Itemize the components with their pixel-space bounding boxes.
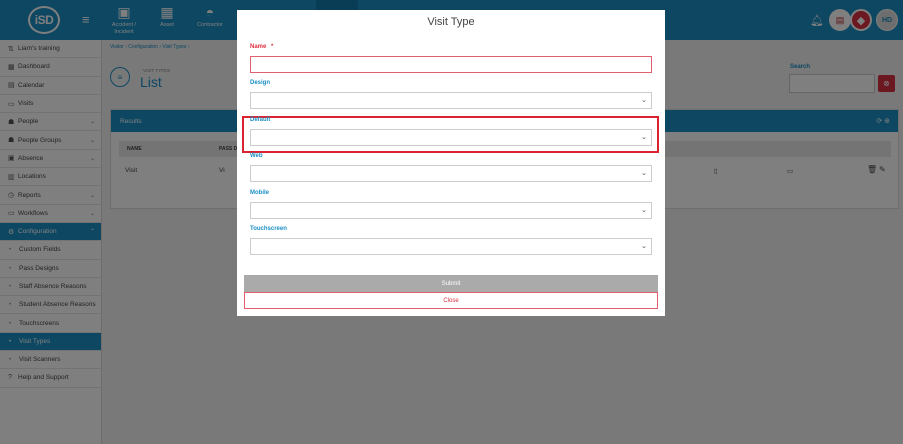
chevron-down-icon: ⌄ <box>641 170 647 177</box>
name-label-text: Name <box>250 44 267 50</box>
chevron-down-icon: ⌄ <box>641 243 647 250</box>
touchscreen-select[interactable]: ⌄ <box>250 238 652 255</box>
web-label: Web <box>250 153 263 159</box>
name-label: Name * <box>250 44 273 50</box>
modal-title: Visit Type <box>427 16 475 28</box>
visit-type-modal: Visit Type Name * Design ⌄ Default ⌄ Web… <box>237 10 665 316</box>
design-select[interactable]: ⌄ <box>250 92 652 109</box>
name-input[interactable] <box>250 56 652 73</box>
touchscreen-label: Touchscreen <box>250 226 287 232</box>
mobile-select[interactable]: ⌄ <box>250 202 652 219</box>
mobile-label: Mobile <box>250 190 269 196</box>
required-marker: * <box>271 44 274 50</box>
chevron-down-icon: ⌄ <box>641 97 647 104</box>
design-label: Design <box>250 80 271 86</box>
web-select[interactable]: ⌄ <box>250 165 652 182</box>
submit-button[interactable]: Submit <box>244 275 658 292</box>
default-select[interactable]: ⌄ <box>250 129 652 146</box>
chevron-down-icon: ⌄ <box>641 207 647 214</box>
default-label: Default <box>250 117 271 123</box>
close-button[interactable]: Close <box>244 292 658 309</box>
chevron-down-icon: ⌄ <box>641 134 647 141</box>
